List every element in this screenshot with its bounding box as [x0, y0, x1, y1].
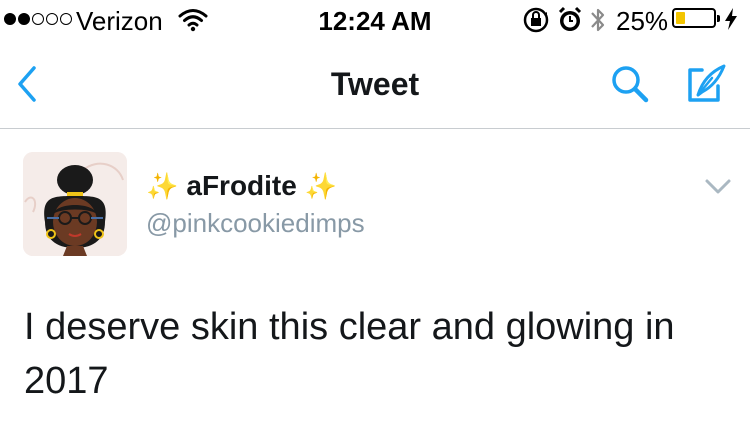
tweet-text: I deserve skin this clear and glowing in…: [24, 306, 675, 402]
search-icon[interactable]: [608, 62, 652, 111]
sparkles-emoji: ✨: [146, 171, 179, 201]
battery-level-fill: [676, 12, 685, 24]
alarm-icon: [557, 6, 583, 39]
nav-bar: Tweet: [0, 40, 750, 129]
rotation-lock-icon: [522, 6, 550, 39]
chevron-down-icon[interactable]: [704, 178, 732, 201]
avatar[interactable]: [23, 152, 127, 256]
status-bar: Verizon 12:24 AM 25%: [0, 0, 750, 40]
charging-bolt-icon: [724, 8, 738, 35]
battery-icon: [672, 8, 720, 28]
author-display-name[interactable]: aFrodite: [186, 170, 296, 202]
compose-icon[interactable]: [684, 62, 728, 111]
author-handle[interactable]: @pinkcookiedimps: [146, 208, 365, 239]
sparkles-emoji: ✨: [304, 171, 338, 201]
tweet-author-name-row[interactable]: ✨ aFrodite ✨: [146, 170, 337, 202]
bluetooth-icon: [588, 4, 608, 41]
battery-percent: 25%: [616, 6, 669, 36]
battery-nub: [717, 15, 720, 22]
